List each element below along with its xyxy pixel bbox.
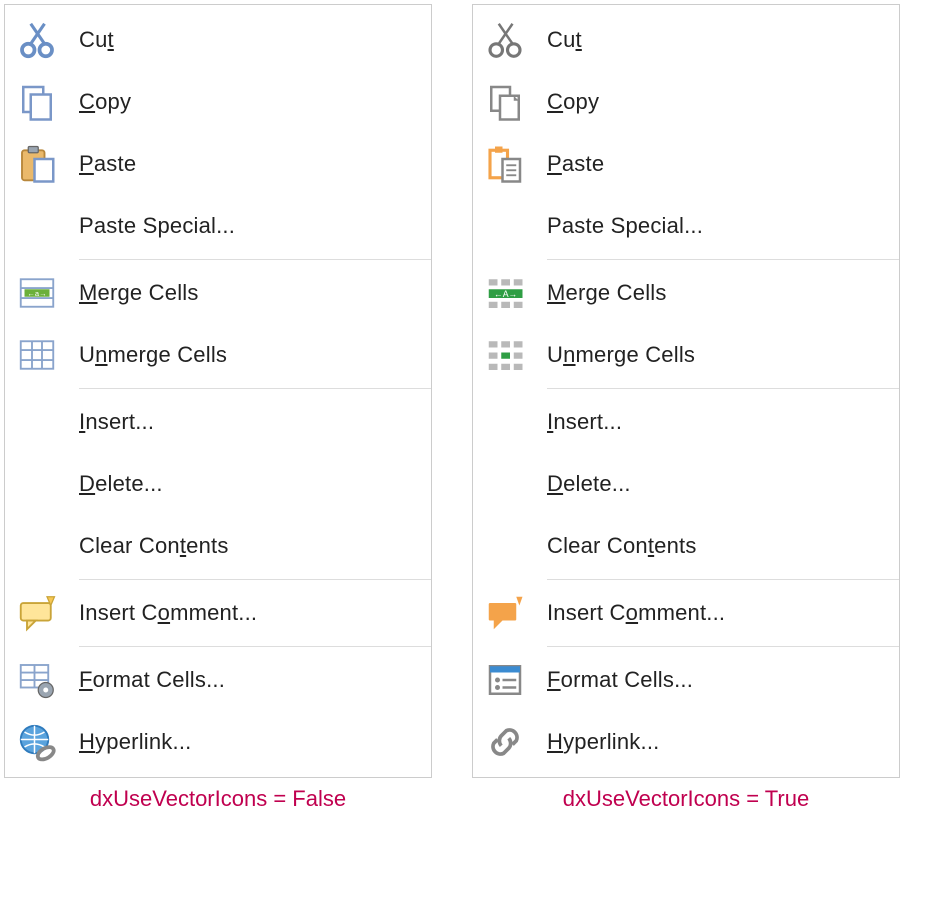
format-cells-icon xyxy=(477,658,533,702)
blank-icon xyxy=(9,400,65,444)
menu-item-label: Cut xyxy=(79,27,114,53)
context-menu-bitmap: Cut Copy Paste Paste Sp xyxy=(4,4,432,778)
menu-item-label: Clear Contents xyxy=(79,533,229,559)
paste-icon xyxy=(477,142,533,186)
blank-icon xyxy=(9,462,65,506)
svg-text:←a→: ←a→ xyxy=(27,289,46,298)
menu-item-delete[interactable]: Delete... xyxy=(5,453,431,515)
menu-item-label: Insert Comment... xyxy=(79,600,257,626)
menu-item-label: Delete... xyxy=(547,471,631,497)
menu-item-label: Copy xyxy=(79,89,131,115)
menu-item-label: Format Cells... xyxy=(79,667,225,693)
caption-vector: dxUseVectorIcons = True xyxy=(472,786,900,812)
menu-separator xyxy=(547,579,899,580)
menu-item-cut[interactable]: Cut xyxy=(473,9,899,71)
menu-item-label: Hyperlink... xyxy=(79,729,191,755)
menu-item-label: Insert Comment... xyxy=(547,600,725,626)
menu-separator xyxy=(79,646,431,647)
menu-item-paste[interactable]: Paste xyxy=(5,133,431,195)
merge-cells-icon: ←a→ xyxy=(9,271,65,315)
menu-item-unmerge[interactable]: Unmerge Cells xyxy=(473,324,899,386)
menu-item-format[interactable]: Format Cells... xyxy=(473,649,899,711)
menu-column-bitmap: Cut Copy Paste Paste Sp xyxy=(4,4,432,812)
menu-item-label: Clear Contents xyxy=(547,533,697,559)
menu-item-label: Hyperlink... xyxy=(547,729,659,755)
menu-item-label: Insert... xyxy=(79,409,154,435)
menu-item-label: Unmerge Cells xyxy=(547,342,695,368)
menu-item-label: Paste Special... xyxy=(547,213,703,239)
menu-item-copy[interactable]: Copy xyxy=(5,71,431,133)
menu-item-label: Merge Cells xyxy=(547,280,667,306)
svg-text:←A→: ←A→ xyxy=(494,289,517,299)
menu-item-label: Merge Cells xyxy=(79,280,199,306)
menu-item-hyperlink[interactable]: Hyperlink... xyxy=(473,711,899,773)
menu-separator xyxy=(547,646,899,647)
hyperlink-icon xyxy=(477,720,533,764)
menu-separator xyxy=(547,259,899,260)
comment-icon xyxy=(9,591,65,635)
menu-item-hyperlink[interactable]: Hyperlink... xyxy=(5,711,431,773)
blank-icon xyxy=(477,462,533,506)
menu-separator xyxy=(79,259,431,260)
menu-item-clear[interactable]: Clear Contents xyxy=(473,515,899,577)
unmerge-cells-icon xyxy=(9,333,65,377)
menu-item-paste-special[interactable]: Paste Special... xyxy=(473,195,899,257)
menu-item-merge[interactable]: ←A→ Merge Cells xyxy=(473,262,899,324)
menu-separator xyxy=(547,388,899,389)
menu-item-label: Paste xyxy=(547,151,604,177)
menu-item-label: Insert... xyxy=(547,409,622,435)
menu-item-merge[interactable]: ←a→ Merge Cells xyxy=(5,262,431,324)
comment-icon xyxy=(477,591,533,635)
context-menu-vector: Cut Copy xyxy=(472,4,900,778)
blank-icon xyxy=(9,204,65,248)
menu-item-clear[interactable]: Clear Contents xyxy=(5,515,431,577)
menu-item-paste-special[interactable]: Paste Special... xyxy=(5,195,431,257)
format-cells-icon xyxy=(9,658,65,702)
menu-item-format[interactable]: Format Cells... xyxy=(5,649,431,711)
menu-item-cut[interactable]: Cut xyxy=(5,9,431,71)
menu-column-vector: Cut Copy xyxy=(472,4,900,812)
menu-item-delete[interactable]: Delete... xyxy=(473,453,899,515)
menu-item-label: Unmerge Cells xyxy=(79,342,227,368)
menu-item-label: Copy xyxy=(547,89,599,115)
blank-icon xyxy=(477,204,533,248)
menu-separator xyxy=(79,388,431,389)
copy-icon xyxy=(9,80,65,124)
menu-item-unmerge[interactable]: Unmerge Cells xyxy=(5,324,431,386)
blank-icon xyxy=(477,524,533,568)
merge-cells-icon: ←A→ xyxy=(477,271,533,315)
menu-item-comment[interactable]: Insert Comment... xyxy=(473,582,899,644)
caption-bitmap: dxUseVectorIcons = False xyxy=(4,786,432,812)
menu-item-label: Format Cells... xyxy=(547,667,693,693)
menu-item-paste[interactable]: Paste xyxy=(473,133,899,195)
menu-item-label: Delete... xyxy=(79,471,163,497)
blank-icon xyxy=(9,524,65,568)
menu-item-comment[interactable]: Insert Comment... xyxy=(5,582,431,644)
menu-item-label: Paste xyxy=(79,151,136,177)
hyperlink-icon xyxy=(9,720,65,764)
copy-icon xyxy=(477,80,533,124)
menu-item-insert[interactable]: Insert... xyxy=(5,391,431,453)
menu-item-copy[interactable]: Copy xyxy=(473,71,899,133)
blank-icon xyxy=(477,400,533,444)
menu-item-label: Cut xyxy=(547,27,582,53)
menu-item-label: Paste Special... xyxy=(79,213,235,239)
menu-separator xyxy=(79,579,431,580)
cut-icon xyxy=(9,18,65,62)
cut-icon xyxy=(477,18,533,62)
menu-item-insert[interactable]: Insert... xyxy=(473,391,899,453)
unmerge-cells-icon xyxy=(477,333,533,377)
paste-icon xyxy=(9,142,65,186)
